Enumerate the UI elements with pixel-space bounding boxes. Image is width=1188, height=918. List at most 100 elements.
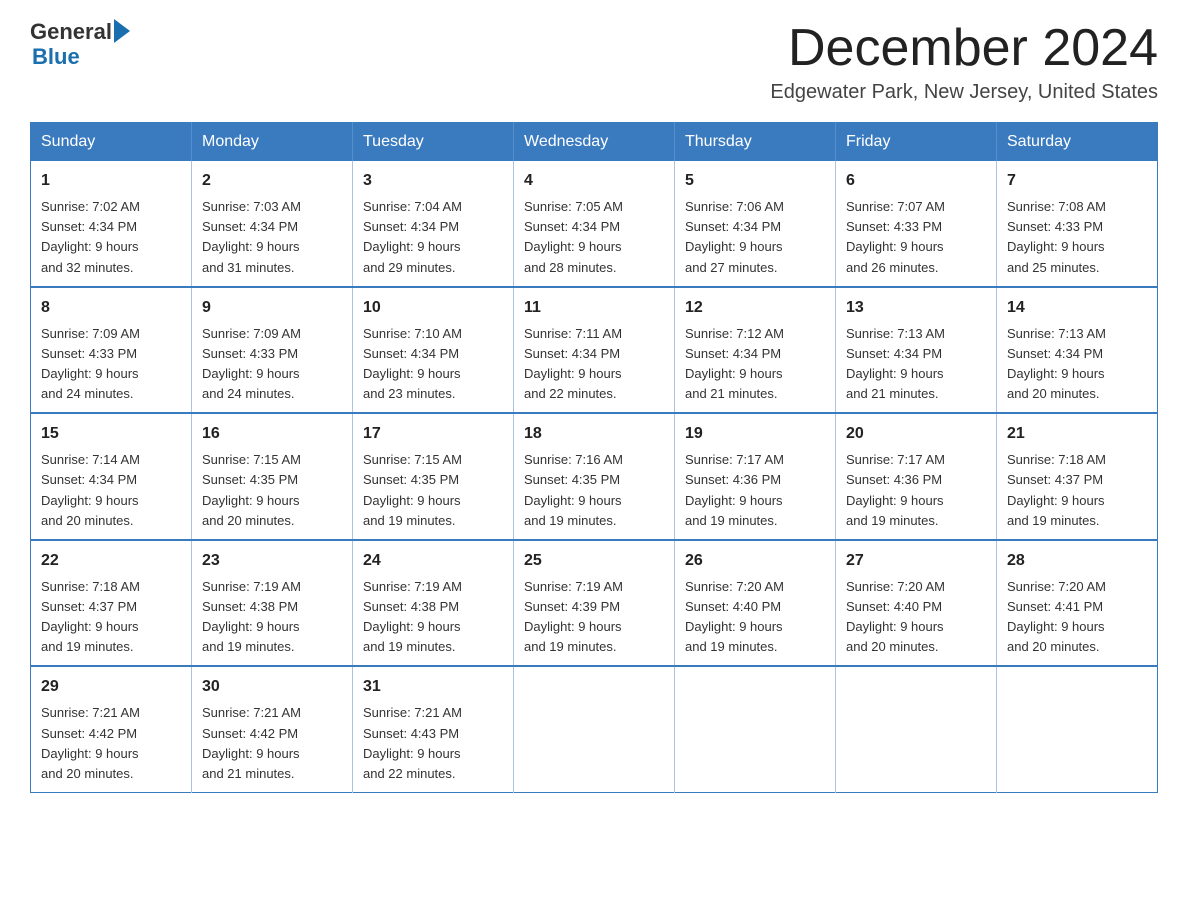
day-number: 26	[685, 549, 825, 573]
calendar-day-cell: 29Sunrise: 7:21 AMSunset: 4:42 PMDayligh…	[31, 666, 192, 792]
calendar-day-cell: 28Sunrise: 7:20 AMSunset: 4:41 PMDayligh…	[997, 540, 1158, 667]
day-info: Sunrise: 7:18 AMSunset: 4:37 PMDaylight:…	[1007, 450, 1147, 531]
day-info: Sunrise: 7:18 AMSunset: 4:37 PMDaylight:…	[41, 577, 181, 658]
day-info: Sunrise: 7:07 AMSunset: 4:33 PMDaylight:…	[846, 197, 986, 278]
day-number: 11	[524, 296, 664, 320]
calendar-day-cell: 6 Sunrise: 7:07 AMSunset: 4:33 PMDaylight…	[836, 161, 997, 287]
day-info: Sunrise: 7:02 AMSunset: 4:34 PMDaylight:…	[41, 197, 181, 278]
weekday-header-wednesday: Wednesday	[514, 123, 675, 162]
day-number: 7	[1007, 169, 1147, 193]
logo-text-blue: Blue	[32, 44, 80, 70]
day-info: Sunrise: 7:20 AMSunset: 4:40 PMDaylight:…	[685, 577, 825, 658]
day-info: Sunrise: 7:17 AMSunset: 4:36 PMDaylight:…	[846, 450, 986, 531]
day-info: Sunrise: 7:19 AMSunset: 4:38 PMDaylight:…	[202, 577, 342, 658]
weekday-header-monday: Monday	[192, 123, 353, 162]
calendar-day-cell: 19 Sunrise: 7:17 AMSunset: 4:36 PMDayligh…	[675, 413, 836, 540]
day-info: Sunrise: 7:13 AMSunset: 4:34 PMDaylight:…	[846, 324, 986, 405]
day-number: 12	[685, 296, 825, 320]
calendar-day-cell	[514, 666, 675, 792]
day-number: 17	[363, 422, 503, 446]
logo-text-general: General	[30, 20, 112, 44]
day-info: Sunrise: 7:09 AMSunset: 4:33 PMDaylight:…	[202, 324, 342, 405]
calendar-day-cell	[836, 666, 997, 792]
calendar-day-cell: 23 Sunrise: 7:19 AMSunset: 4:38 PMDayligh…	[192, 540, 353, 667]
day-number: 22	[41, 549, 181, 573]
day-number: 5	[685, 169, 825, 193]
day-number: 21	[1007, 422, 1147, 446]
day-info: Sunrise: 7:19 AMSunset: 4:38 PMDaylight:…	[363, 577, 503, 658]
weekday-header-saturday: Saturday	[997, 123, 1158, 162]
calendar-day-cell: 4 Sunrise: 7:05 AMSunset: 4:34 PMDaylight…	[514, 161, 675, 287]
day-number: 16	[202, 422, 342, 446]
day-info: Sunrise: 7:20 AMSunset: 4:41 PMDaylight:…	[1007, 577, 1147, 658]
calendar-week-row: 15 Sunrise: 7:14 AMSunset: 4:34 PMDayligh…	[31, 413, 1158, 540]
calendar-day-cell	[997, 666, 1158, 792]
calendar-day-cell: 15 Sunrise: 7:14 AMSunset: 4:34 PMDayligh…	[31, 413, 192, 540]
calendar-day-cell: 26 Sunrise: 7:20 AMSunset: 4:40 PMDayligh…	[675, 540, 836, 667]
day-number: 13	[846, 296, 986, 320]
calendar-day-cell: 9 Sunrise: 7:09 AMSunset: 4:33 PMDaylight…	[192, 287, 353, 414]
calendar-day-cell: 14 Sunrise: 7:13 AMSunset: 4:34 PMDayligh…	[997, 287, 1158, 414]
day-number: 24	[363, 549, 503, 573]
calendar-day-cell: 22 Sunrise: 7:18 AMSunset: 4:37 PMDayligh…	[31, 540, 192, 667]
logo-arrow-icon	[114, 19, 130, 43]
weekday-header-sunday: Sunday	[31, 123, 192, 162]
day-info: Sunrise: 7:21 AMSunset: 4:43 PMDaylight:…	[363, 703, 503, 784]
day-info: Sunrise: 7:09 AMSunset: 4:33 PMDaylight:…	[41, 324, 181, 405]
calendar-week-row: 22 Sunrise: 7:18 AMSunset: 4:37 PMDayligh…	[31, 540, 1158, 667]
weekday-header-row: SundayMondayTuesdayWednesdayThursdayFrid…	[31, 123, 1158, 162]
day-info: Sunrise: 7:14 AMSunset: 4:34 PMDaylight:…	[41, 450, 181, 531]
calendar-day-cell: 31Sunrise: 7:21 AMSunset: 4:43 PMDayligh…	[353, 666, 514, 792]
day-number: 25	[524, 549, 664, 573]
calendar-week-row: 1 Sunrise: 7:02 AMSunset: 4:34 PMDaylight…	[31, 161, 1158, 287]
calendar-day-cell: 1 Sunrise: 7:02 AMSunset: 4:34 PMDaylight…	[31, 161, 192, 287]
calendar-week-row: 29 Sunrise: 7:21 AMSunset: 4:42 PMDayligh…	[31, 666, 1158, 792]
day-number: 8	[41, 296, 181, 320]
day-info: Sunrise: 7:05 AMSunset: 4:34 PMDaylight:…	[524, 197, 664, 278]
calendar-day-cell: 3Sunrise: 7:04 AMSunset: 4:34 PMDaylight…	[353, 161, 514, 287]
day-number: 15	[41, 422, 181, 446]
title-area: December 2024 Edgewater Park, New Jersey…	[770, 20, 1158, 104]
location-subtitle: Edgewater Park, New Jersey, United State…	[770, 81, 1158, 104]
day-info: Sunrise: 7:10 AMSunset: 4:34 PMDaylight:…	[363, 324, 503, 405]
calendar-day-cell: 7 Sunrise: 7:08 AMSunset: 4:33 PMDaylight…	[997, 161, 1158, 287]
day-number: 14	[1007, 296, 1147, 320]
calendar-day-cell: 27Sunrise: 7:20 AMSunset: 4:40 PMDayligh…	[836, 540, 997, 667]
day-number: 29	[41, 675, 181, 699]
day-number: 4	[524, 169, 664, 193]
day-number: 2	[202, 169, 342, 193]
day-number: 9	[202, 296, 342, 320]
calendar-day-cell: 25Sunrise: 7:19 AMSunset: 4:39 PMDayligh…	[514, 540, 675, 667]
weekday-header-friday: Friday	[836, 123, 997, 162]
calendar-day-cell: 24 Sunrise: 7:19 AMSunset: 4:38 PMDayligh…	[353, 540, 514, 667]
day-info: Sunrise: 7:20 AMSunset: 4:40 PMDaylight:…	[846, 577, 986, 658]
calendar-day-cell: 11Sunrise: 7:11 AMSunset: 4:34 PMDayligh…	[514, 287, 675, 414]
calendar-week-row: 8 Sunrise: 7:09 AMSunset: 4:33 PMDaylight…	[31, 287, 1158, 414]
weekday-header-thursday: Thursday	[675, 123, 836, 162]
day-info: Sunrise: 7:21 AMSunset: 4:42 PMDaylight:…	[202, 703, 342, 784]
day-number: 23	[202, 549, 342, 573]
calendar-day-cell: 30Sunrise: 7:21 AMSunset: 4:42 PMDayligh…	[192, 666, 353, 792]
day-info: Sunrise: 7:03 AMSunset: 4:34 PMDaylight:…	[202, 197, 342, 278]
day-info: Sunrise: 7:13 AMSunset: 4:34 PMDaylight:…	[1007, 324, 1147, 405]
day-info: Sunrise: 7:16 AMSunset: 4:35 PMDaylight:…	[524, 450, 664, 531]
calendar-day-cell: 17 Sunrise: 7:15 AMSunset: 4:35 PMDayligh…	[353, 413, 514, 540]
calendar-day-cell: 10 Sunrise: 7:10 AMSunset: 4:34 PMDayligh…	[353, 287, 514, 414]
calendar-day-cell	[675, 666, 836, 792]
day-info: Sunrise: 7:17 AMSunset: 4:36 PMDaylight:…	[685, 450, 825, 531]
day-info: Sunrise: 7:06 AMSunset: 4:34 PMDaylight:…	[685, 197, 825, 278]
day-number: 19	[685, 422, 825, 446]
calendar-day-cell: 5 Sunrise: 7:06 AMSunset: 4:34 PMDaylight…	[675, 161, 836, 287]
day-number: 10	[363, 296, 503, 320]
day-number: 1	[41, 169, 181, 193]
day-number: 6	[846, 169, 986, 193]
calendar-table: SundayMondayTuesdayWednesdayThursdayFrid…	[30, 122, 1158, 793]
calendar-day-cell: 20 Sunrise: 7:17 AMSunset: 4:36 PMDayligh…	[836, 413, 997, 540]
calendar-day-cell: 8 Sunrise: 7:09 AMSunset: 4:33 PMDaylight…	[31, 287, 192, 414]
logo: General Blue	[30, 20, 130, 70]
day-info: Sunrise: 7:08 AMSunset: 4:33 PMDaylight:…	[1007, 197, 1147, 278]
day-info: Sunrise: 7:15 AMSunset: 4:35 PMDaylight:…	[363, 450, 503, 531]
day-number: 20	[846, 422, 986, 446]
weekday-header-tuesday: Tuesday	[353, 123, 514, 162]
month-title: December 2024	[770, 20, 1158, 77]
